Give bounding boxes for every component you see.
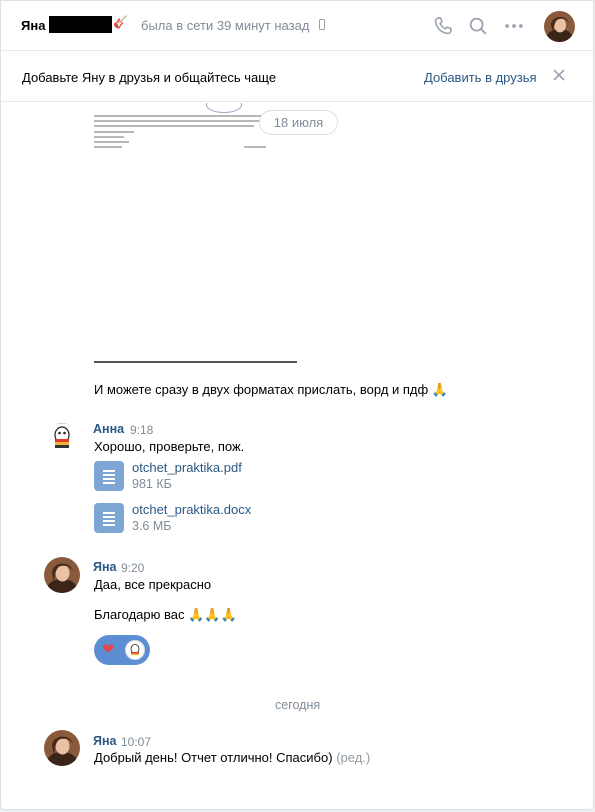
message-author[interactable]: Яна xyxy=(93,560,117,574)
close-icon[interactable] xyxy=(552,68,566,82)
chat-window: Яна 🎸 была в сети 39 минут назад Добавьт… xyxy=(0,0,594,810)
reactor-avatar xyxy=(125,640,145,660)
search-icon[interactable] xyxy=(467,15,489,37)
yana-avatar[interactable] xyxy=(44,557,80,593)
message-author[interactable]: Яна xyxy=(93,734,117,748)
edited-marker[interactable]: (ред.) xyxy=(336,750,370,765)
file-size: 981 КБ xyxy=(132,477,172,491)
reactions-pill[interactable]: ❤ xyxy=(94,635,150,665)
document-icon xyxy=(94,461,124,491)
svg-text:~~~~: ~~~~ xyxy=(57,421,67,426)
file-attachment[interactable]: otchet_praktika.pdf 981 КБ xyxy=(94,460,344,496)
document-icon xyxy=(94,503,124,533)
guitar-emoji-icon: 🎸 xyxy=(113,15,128,29)
mobile-device-icon xyxy=(319,19,325,30)
document-stamp xyxy=(206,103,242,113)
date-divider: 18 июля xyxy=(259,110,338,135)
redacted-surname xyxy=(49,16,112,33)
message-text: Благодарю вас 🙏🙏🙏 xyxy=(94,607,237,622)
date-divider-today: сегодня xyxy=(275,698,321,712)
message-text: Хорошо, проверьте, пож. xyxy=(94,439,245,454)
more-icon[interactable] xyxy=(503,15,525,37)
file-name[interactable]: otchet_praktika.pdf xyxy=(132,460,242,475)
message-text: И можете сразу в двух форматах прислать,… xyxy=(94,382,449,397)
anna-avatar[interactable]: ~~~~ xyxy=(44,419,80,455)
message-time[interactable]: 10:07 xyxy=(121,735,151,749)
chat-header: Яна 🎸 была в сети 39 минут назад xyxy=(1,1,593,51)
heart-icon: ❤ xyxy=(102,641,115,658)
contact-name[interactable]: Яна xyxy=(21,18,45,33)
banner-text: Добавьте Яну в друзья и общайтесь чаще xyxy=(22,70,277,85)
message-text: Добрый день! Отчет отлично! Спасибо) (ре… xyxy=(94,750,370,765)
document-photo[interactable] xyxy=(94,103,297,363)
message-time[interactable]: 9:20 xyxy=(121,561,144,575)
file-name[interactable]: otchet_praktika.docx xyxy=(132,502,251,517)
add-friend-banner: Добавьте Яну в друзья и общайтесь чаще Д… xyxy=(1,52,593,102)
message-time[interactable]: 9:18 xyxy=(130,423,153,437)
phone-icon[interactable] xyxy=(432,15,454,37)
add-friend-link[interactable]: Добавить в друзья xyxy=(424,70,537,85)
header-avatar[interactable] xyxy=(544,11,575,42)
file-attachment[interactable]: otchet_praktika.docx 3.6 МБ xyxy=(94,502,344,538)
online-status: была в сети 39 минут назад xyxy=(141,18,310,33)
message-body: Добрый день! Отчет отлично! Спасибо) xyxy=(94,750,333,765)
message-author[interactable]: Анна xyxy=(93,422,124,436)
file-size: 3.6 МБ xyxy=(132,519,172,533)
yana-avatar[interactable] xyxy=(44,730,80,766)
message-text: Даа, все прекрасно xyxy=(94,577,212,592)
